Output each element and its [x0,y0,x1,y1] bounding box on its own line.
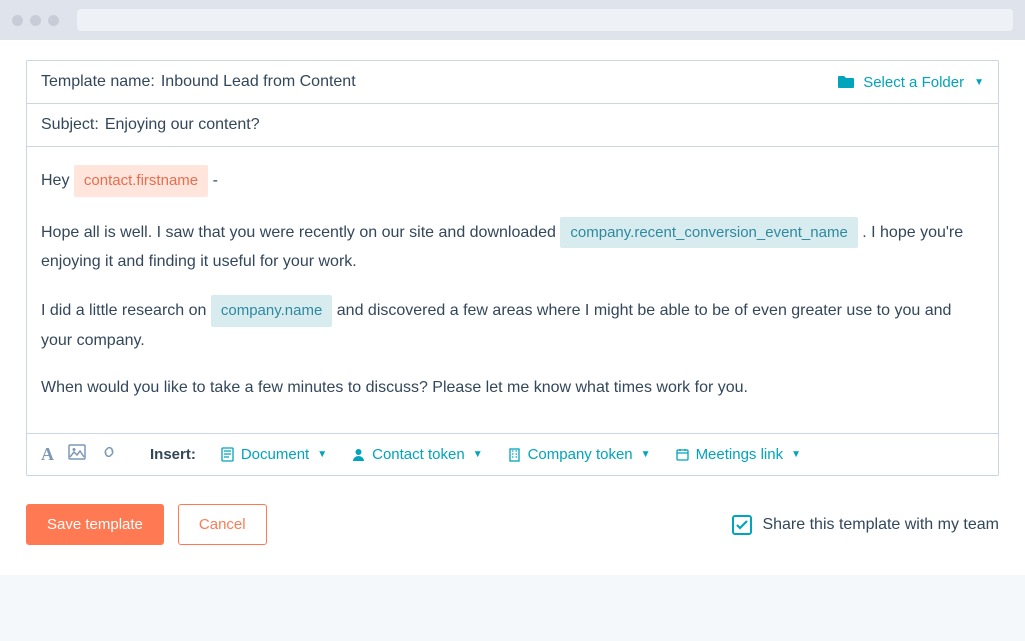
body-text: - [213,172,218,189]
body-paragraph-3: I did a little research on company.name … [41,295,984,354]
url-bar[interactable] [77,9,1013,31]
person-icon [351,447,366,462]
browser-chrome [0,0,1025,40]
insert-contact-token-button[interactable]: Contact token ▼ [351,446,482,463]
token-company-name[interactable]: company.name [211,295,332,327]
chevron-down-icon: ▼ [473,449,483,460]
save-template-button[interactable]: Save template [26,504,164,545]
body-paragraph-2: Hope all is well. I saw that you were re… [41,217,984,276]
checkmark-icon [735,518,749,532]
window-minimize-icon[interactable] [30,15,41,26]
chevron-down-icon: ▼ [791,449,801,460]
share-checkbox[interactable] [732,515,752,535]
share-template-option[interactable]: Share this template with my team [732,515,999,535]
body-text: Hope all is well. I saw that you were re… [41,224,560,241]
folder-selector[interactable]: Select a Folder ▼ [837,74,984,91]
text-format-icon[interactable]: A [41,444,54,465]
insert-meetings-link-button[interactable]: Meetings link ▼ [675,446,801,463]
template-name-input[interactable] [161,73,837,91]
insert-contact-token-label: Contact token [372,446,465,463]
body-line-greeting: Hey contact.firstname - [41,165,984,197]
calendar-icon [675,447,690,462]
window-close-icon[interactable] [12,15,23,26]
chevron-down-icon: ▼ [317,449,327,460]
template-name-row: Template name: Select a Folder ▼ [27,61,998,104]
body-text: Hey [41,172,74,189]
subject-input[interactable] [105,116,984,134]
insert-meetings-link-label: Meetings link [696,446,784,463]
page: Template name: Select a Folder ▼ Subject… [0,40,1025,575]
folder-selector-label: Select a Folder [863,74,964,91]
format-tools: A [41,444,118,465]
chevron-down-icon: ▼ [974,77,984,88]
cancel-button[interactable]: Cancel [178,504,267,545]
insert-company-token-label: Company token [528,446,633,463]
body-paragraph-4: When would you like to take a few minute… [41,374,984,401]
insert-document-button[interactable]: Document ▼ [220,446,327,463]
actions-bar: Save template Cancel Share this template… [0,476,1025,545]
link-icon[interactable] [100,444,118,465]
folder-icon [837,75,855,89]
editor-toolbar: A Insert: Document ▼ Contact token ▼ [27,433,998,475]
building-icon [507,447,522,462]
template-name-label: Template name: [41,73,155,91]
window-controls [12,15,59,26]
image-icon[interactable] [68,444,86,465]
token-company-recent-conversion[interactable]: company.recent_conversion_event_name [560,217,857,249]
window-maximize-icon[interactable] [48,15,59,26]
chevron-down-icon: ▼ [641,449,651,460]
share-label: Share this template with my team [762,516,999,534]
body-text: I did a little research on [41,302,211,319]
insert-label: Insert: [150,446,196,463]
token-contact-firstname[interactable]: contact.firstname [74,165,208,197]
insert-company-token-button[interactable]: Company token ▼ [507,446,651,463]
subject-label: Subject: [41,116,99,134]
template-editor: Template name: Select a Folder ▼ Subject… [26,60,999,476]
document-icon [220,447,235,462]
subject-row: Subject: [27,104,998,147]
insert-document-label: Document [241,446,309,463]
email-body[interactable]: Hey contact.firstname - Hope all is well… [27,147,998,433]
